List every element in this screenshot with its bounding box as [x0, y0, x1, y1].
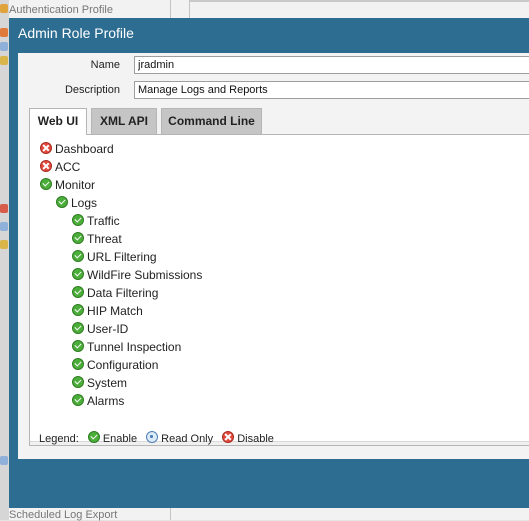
tree-item-label: Monitor [55, 178, 96, 192]
tree-item-data-filtering[interactable]: Data Filtering [72, 285, 158, 301]
tree-item-label: HIP Match [87, 304, 143, 318]
tree-item-label: Data Filtering [87, 286, 159, 300]
enable-icon [87, 431, 100, 443]
background-icon [0, 456, 8, 465]
tree-item-configuration[interactable]: Configuration [72, 357, 158, 373]
enable-icon[interactable] [40, 178, 52, 190]
background-icon [0, 240, 8, 249]
dialog-body: Name Description Web UI XML API Command … [18, 53, 529, 459]
background-icon [0, 56, 8, 65]
tree-item-label: Alarms [87, 394, 125, 408]
scheduled-log-export-item[interactable]: Scheduled Log Export [9, 509, 117, 521]
permissions-tree-panel[interactable]: Dashboard ACC Monitor Logs Traffic Threa… [29, 134, 529, 446]
enable-icon[interactable] [72, 394, 84, 406]
enable-icon[interactable] [72, 358, 84, 370]
legend-enable: Enable [102, 433, 138, 445]
tab-web-ui[interactable]: Web UI [29, 108, 87, 135]
read-only-icon [146, 431, 159, 443]
name-field[interactable] [134, 56, 529, 74]
tree-item-label: WildFire Submissions [87, 268, 203, 282]
tree-item-label: Tunnel Inspection [87, 340, 182, 354]
tab-xml-api[interactable]: XML API [91, 108, 157, 134]
background-top-row: Authentication Profile [9, 0, 529, 18]
tree-item-label: Configuration [87, 358, 159, 372]
tree-item-system[interactable]: System [72, 375, 127, 391]
divider [189, 0, 190, 18]
tree-item-label: User-ID [87, 322, 129, 336]
enable-icon[interactable] [72, 304, 84, 316]
disable-icon [222, 431, 235, 443]
legend-label: Legend: [39, 433, 79, 445]
background-bottom-row: Scheduled Log Export [9, 508, 529, 521]
divider [190, 0, 529, 2]
enable-icon[interactable] [72, 250, 84, 262]
admin-role-profile-dialog: Admin Role Profile Name Description Web … [9, 18, 529, 508]
background-icon [0, 4, 8, 13]
tree-item-label: Logs [71, 196, 98, 210]
tree-item-label: ACC [55, 160, 81, 174]
tab-bar: Web UI XML API Command Line [29, 108, 529, 135]
tree-item-acc[interactable]: ACC [40, 159, 80, 175]
tree-item-tunnel-inspection[interactable]: Tunnel Inspection [72, 339, 181, 355]
tree-item-monitor[interactable]: Monitor [40, 177, 95, 193]
tree-item-traffic[interactable]: Traffic [72, 213, 120, 229]
enable-icon[interactable] [72, 340, 84, 352]
tree-item-label: Dashboard [55, 142, 114, 156]
tree-item-alarms[interactable]: Alarms [72, 393, 124, 409]
tree-item-logs[interactable]: Logs [56, 195, 97, 211]
tab-command-line[interactable]: Command Line [161, 108, 262, 134]
background-icon [0, 222, 8, 231]
enable-icon[interactable] [72, 232, 84, 244]
legend-read-only: Read Only [161, 433, 214, 445]
disable-icon[interactable] [40, 160, 52, 172]
tree-item-url-filtering[interactable]: URL Filtering [72, 249, 157, 265]
background-icon [0, 28, 8, 37]
name-label: Name [90, 59, 120, 71]
dialog-title: Admin Role Profile [18, 25, 134, 41]
tree-item-label: Traffic [87, 214, 120, 228]
tree-item-threat[interactable]: Threat [72, 231, 122, 247]
tree-item-label: System [87, 376, 128, 390]
enable-icon[interactable] [72, 286, 84, 298]
background-icon [0, 204, 8, 213]
enable-icon[interactable] [56, 196, 68, 208]
enable-icon[interactable] [72, 214, 84, 226]
divider [170, 508, 171, 520]
tree-item-label: Threat [87, 232, 122, 246]
enable-icon[interactable] [72, 322, 84, 334]
disable-icon[interactable] [40, 142, 52, 154]
enable-icon[interactable] [72, 376, 84, 388]
tree-item-wildfire-submissions[interactable]: WildFire Submissions [72, 267, 202, 283]
tree-item-label: URL Filtering [87, 250, 157, 264]
tree-item-dashboard[interactable]: Dashboard [40, 141, 114, 157]
background-icon [0, 42, 8, 51]
tree-item-user-id[interactable]: User-ID [72, 321, 128, 337]
legend-disable: Disable [237, 433, 274, 445]
tree-item-hip-match[interactable]: HIP Match [72, 303, 143, 319]
description-field[interactable] [134, 81, 529, 99]
enable-icon[interactable] [72, 268, 84, 280]
legend: Legend: Enable Read Only Disable [29, 428, 529, 450]
authentication-profile-item[interactable]: Authentication Profile [9, 4, 113, 16]
divider [170, 0, 171, 18]
description-label: Description [64, 84, 120, 96]
